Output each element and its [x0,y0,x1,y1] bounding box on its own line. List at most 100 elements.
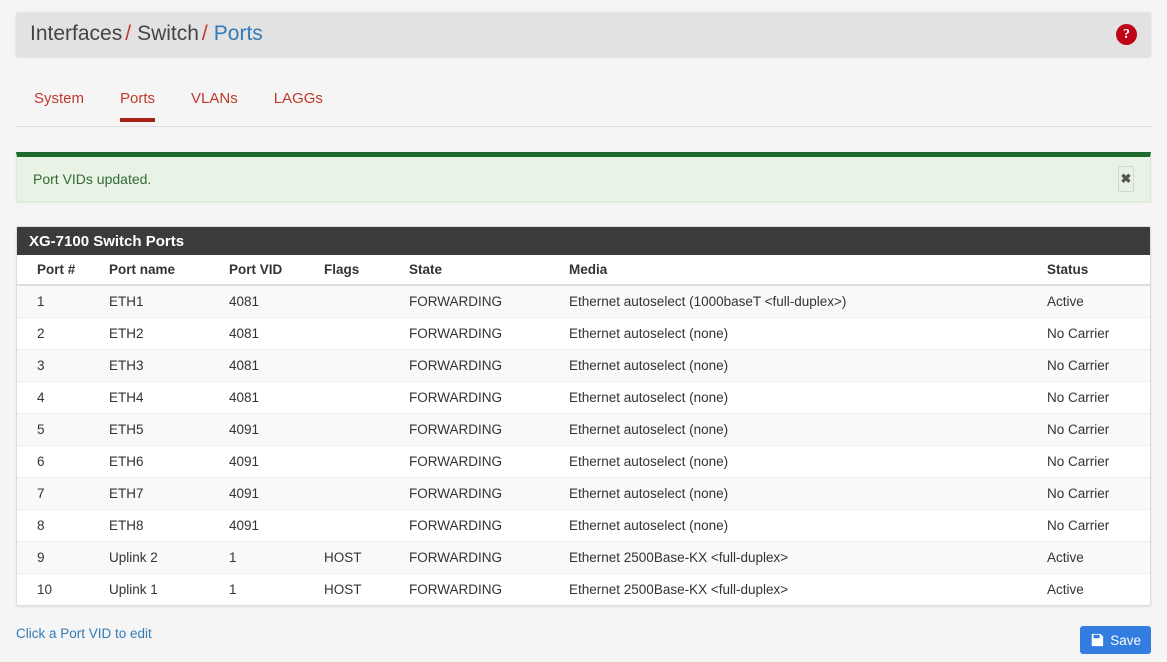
cell-flags: HOST [316,574,401,606]
breadcrumb-item-interfaces[interactable]: Interfaces [30,22,122,46]
cell-port-name: ETH2 [101,318,221,350]
cell-status: No Carrier [1039,350,1151,382]
cell-state: FORWARDING [401,446,561,478]
ports-table-body: 1ETH14081FORWARDINGEthernet autoselect (… [17,285,1151,605]
success-alert: Port VIDs updated. ✖ [16,152,1151,202]
cell-status: No Carrier [1039,510,1151,542]
cell-flags [316,478,401,510]
floppy-disk-save-icon [1090,633,1104,647]
cell-status: No Carrier [1039,382,1151,414]
cell-port-vid[interactable]: 1 [221,574,316,606]
cell-state: FORWARDING [401,414,561,446]
cell-port-number: 1 [17,285,101,318]
table-row: 8ETH84091 FORWARDINGEthernet autoselect (… [17,510,1151,542]
cell-port-vid[interactable]: 4081 [221,350,316,382]
cell-port-number: 4 [17,382,101,414]
cell-port-name: Uplink 1 [101,574,221,606]
cell-state: FORWARDING [401,478,561,510]
tab-laggs[interactable]: LAGGs [256,90,341,121]
cell-media: Ethernet autoselect (none) [561,382,1039,414]
cell-media: Ethernet autoselect (none) [561,414,1039,446]
cell-media: Ethernet autoselect (none) [561,510,1039,542]
switch-ports-panel: XG-7100 Switch Ports Port # Port name Po… [16,226,1151,606]
cell-flags [316,446,401,478]
breadcrumb-separator: / [202,22,208,46]
cell-flags [316,350,401,382]
cell-port-name: ETH3 [101,350,221,382]
cell-port-vid[interactable]: 4091 [221,510,316,542]
column-header-port-vid: Port VID [221,255,316,285]
cell-port-name: ETH7 [101,478,221,510]
cell-state: FORWARDING [401,574,561,606]
cell-media: Ethernet 2500Base-KX <full-duplex> [561,542,1039,574]
cell-state: FORWARDING [401,285,561,318]
tab-vlans[interactable]: VLANs [173,90,256,121]
cell-port-number: 6 [17,446,101,478]
cell-flags [316,318,401,350]
column-header-status: Status [1039,255,1151,285]
help-circle-icon[interactable]: ? [1116,24,1137,45]
cell-port-number: 10 [17,574,101,606]
cell-port-number: 3 [17,350,101,382]
ports-table: Port # Port name Port VID Flags State Me… [17,255,1151,605]
cell-state: FORWARDING [401,318,561,350]
table-row: 9Uplink 21HOSTFORWARDINGEthernet 2500Bas… [17,542,1151,574]
port-vid-edit-hint[interactable]: Click a Port VID to edit [16,626,152,641]
cell-status: No Carrier [1039,414,1151,446]
cell-status: No Carrier [1039,318,1151,350]
cell-port-name: ETH8 [101,510,221,542]
breadcrumb-separator: / [125,22,131,46]
cell-port-name: ETH4 [101,382,221,414]
cell-media: Ethernet autoselect (none) [561,478,1039,510]
cell-port-name: ETH5 [101,414,221,446]
cell-port-vid[interactable]: 4091 [221,478,316,510]
cell-port-vid[interactable]: 4091 [221,414,316,446]
tab-ports[interactable]: Ports [102,90,173,121]
cell-media: Ethernet autoselect (none) [561,318,1039,350]
save-button-label: Save [1110,633,1141,648]
tab-system[interactable]: System [16,90,102,121]
cell-status: Active [1039,285,1151,318]
ports-table-header: Port # Port name Port VID Flags State Me… [17,255,1151,285]
cell-status: No Carrier [1039,446,1151,478]
cell-flags [316,285,401,318]
cell-port-vid[interactable]: 4081 [221,318,316,350]
column-header-port-name: Port name [101,255,221,285]
table-row: 10Uplink 11HOSTFORWARDINGEthernet 2500Ba… [17,574,1151,606]
table-row: 3ETH34081FORWARDINGEthernet autoselect (… [17,350,1151,382]
column-header-port-number: Port # [17,255,101,285]
cell-port-number: 2 [17,318,101,350]
cell-status: Active [1039,542,1151,574]
cell-port-number: 7 [17,478,101,510]
table-header-row: Port # Port name Port VID Flags State Me… [17,255,1151,285]
cell-flags [316,414,401,446]
cell-port-vid[interactable]: 4091 [221,446,316,478]
cell-state: FORWARDING [401,382,561,414]
panel-title: XG-7100 Switch Ports [17,227,1150,255]
table-row: 6ETH64091FORWARDINGEthernet autoselect (… [17,446,1151,478]
cell-port-name: ETH1 [101,285,221,318]
breadcrumb-item-switch[interactable]: Switch [137,22,199,46]
breadcrumb-item-ports[interactable]: Ports [214,22,263,46]
cell-media: Ethernet autoselect (1000baseT <full-dup… [561,285,1039,318]
cell-port-number: 9 [17,542,101,574]
cell-flags: HOST [316,542,401,574]
alert-message: Port VIDs updated. [33,171,151,187]
breadcrumb-bar: Interfaces / Switch / Ports ? [16,12,1151,56]
table-row: 5ETH54091 FORWARDINGEthernet autoselect (… [17,414,1151,446]
cell-port-vid[interactable]: 1 [221,542,316,574]
cell-port-number: 5 [17,414,101,446]
cell-port-vid[interactable]: 4081 [221,285,316,318]
cell-flags [316,382,401,414]
column-header-state: State [401,255,561,285]
table-row: 1ETH14081 FORWARDINGEthernet autoselect (… [17,285,1151,318]
cell-media: Ethernet autoselect (none) [561,350,1039,382]
cell-port-number: 8 [17,510,101,542]
cell-port-name: ETH6 [101,446,221,478]
close-icon[interactable]: ✖ [1118,166,1134,192]
cell-status: No Carrier [1039,478,1151,510]
cell-state: FORWARDING [401,510,561,542]
cell-port-vid[interactable]: 4081 [221,382,316,414]
column-header-media: Media [561,255,1039,285]
save-button[interactable]: Save [1080,626,1151,654]
